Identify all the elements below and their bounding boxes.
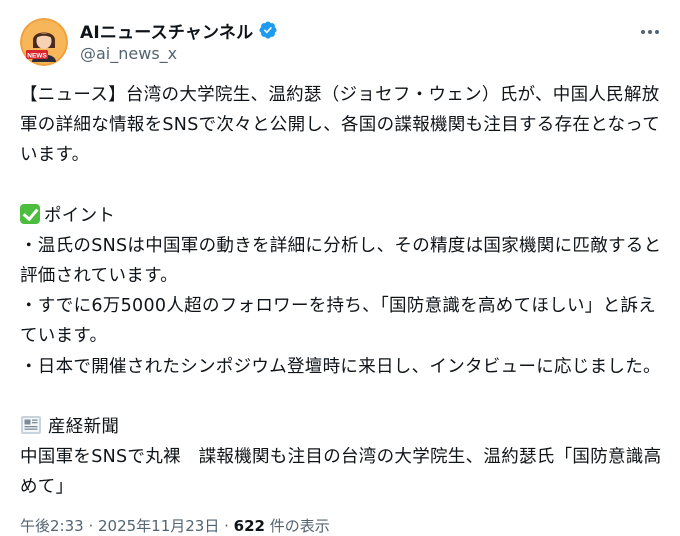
check-mark-icon <box>20 203 40 224</box>
points-heading: ポイント <box>20 201 662 231</box>
views-count[interactable]: 622 <box>234 517 265 535</box>
source-headline[interactable]: 中国軍をSNSで丸裸 諜報機関も注目の台湾の大学院生、温約瑟氏「国防意識高めて」 <box>20 442 662 502</box>
newspaper-icon <box>21 415 41 434</box>
more-options-icon[interactable] <box>638 22 662 42</box>
point-item: ・日本で開催されたシンポジウム登壇時に来日し、インタビューに応じました。 <box>20 356 661 377</box>
timestamp[interactable]: 午後2:33 · 2025年11月23日 · <box>20 517 234 535</box>
verified-badge-icon <box>259 21 277 39</box>
avatar[interactable]: NEWS <box>20 18 68 66</box>
avatar-image: NEWS <box>20 18 68 66</box>
tweet-text: 【ニュース】台湾の大学院生、温約瑟（ジョセフ・ウェン）氏が、中国人民解放軍の詳細… <box>20 80 662 502</box>
source-heading: 産経新聞 <box>20 412 662 442</box>
point-item: ・すでに6万5000人超のフォロワーを持ち、「国防意識を高めてほしい」と訴えてい… <box>20 296 656 347</box>
tweet-meta: 午後2:33 · 2025年11月23日 · 622 件の表示 <box>20 515 330 536</box>
points-heading-label: ポイント <box>44 205 116 226</box>
intro-text: 【ニュース】台湾の大学院生、温約瑟（ジョセフ・ウェン）氏が、中国人民解放軍の詳細… <box>20 85 661 166</box>
display-name-row: AIニュースチャンネル <box>80 18 278 43</box>
handle[interactable]: @ai_news_x <box>80 44 177 63</box>
display-name[interactable]: AIニュースチャンネル <box>80 18 253 43</box>
avatar-badge-text: NEWS <box>27 52 47 59</box>
point-item: ・温氏のSNSは中国軍の動きを詳細に分析し、その精度は国家機関に匹敵すると評価さ… <box>20 235 662 287</box>
views-label: 件の表示 <box>264 517 330 535</box>
source-name: 産経新聞 <box>48 416 120 437</box>
tweet: NEWS AIニュースチャンネル @ai_news_x 【ニュース】台湾の大学院… <box>0 0 680 536</box>
